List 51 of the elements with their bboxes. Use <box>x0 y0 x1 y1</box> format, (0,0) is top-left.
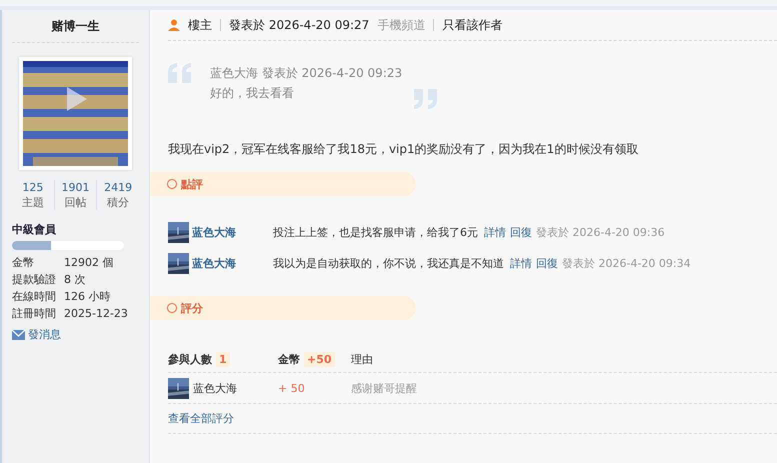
coin-total: +50 <box>304 352 335 366</box>
post-time: 發表於 2026-4-20 09:27 <box>229 16 370 34</box>
circle-icon <box>167 179 177 189</box>
reply-link[interactable]: 回復 <box>510 225 532 240</box>
author-label: 樓主 <box>188 16 212 34</box>
username[interactable]: 赌博一生 <box>12 10 139 43</box>
open-quote-icon <box>168 63 192 83</box>
participant-count: 1 <box>216 352 230 366</box>
stat-label: 積分 <box>107 195 130 210</box>
stat-label: 回帖 <box>64 195 86 210</box>
info-value: 8 次 <box>64 272 86 287</box>
comment-time: 發表於 2026-4-20 09:36 <box>536 225 665 240</box>
column-header: 理由 <box>351 352 373 366</box>
stat-label: 主題 <box>22 195 44 210</box>
view-all-ratings-link[interactable]: 查看全部評分 <box>168 404 777 434</box>
detail-link[interactable]: 詳情 <box>484 225 506 240</box>
detail-link[interactable]: 詳情 <box>510 256 532 271</box>
member-rank: 中級會員 <box>12 222 57 237</box>
envelope-icon <box>12 330 25 340</box>
comment-user[interactable]: 蓝色大海 <box>192 256 273 271</box>
comment-time: 發表於 2026-4-20 09:34 <box>562 256 691 271</box>
info-value: 126 小時 <box>64 289 112 304</box>
coin-amount: + 50 <box>278 382 306 394</box>
user-icon <box>168 19 180 31</box>
quote-header: 蓝色大海 發表於 2026-4-20 09:23 <box>210 65 402 82</box>
stat-count[interactable]: 2419 <box>104 180 132 195</box>
post-body: 我现在vip2，冠军在线客服给了我18元，vip1的奖励没有了，因为我在1的时候没有领取 <box>168 141 640 158</box>
stat-count[interactable]: 1901 <box>62 180 90 195</box>
close-quote-icon <box>414 89 438 109</box>
info-label: 註冊時間 <box>12 306 57 321</box>
info-label: 在線時間 <box>12 289 57 304</box>
comment-user[interactable]: 蓝色大海 <box>192 225 273 240</box>
post-source: 手機頻道 <box>377 16 426 34</box>
stat-count[interactable]: 125 <box>22 180 44 195</box>
comment-text: 投注上上签，也是找客服申请，给我了6元 <box>273 225 478 240</box>
comment-text: 我以为是自动获取的，你不说，我还真是不知道 <box>273 256 504 271</box>
rater-name[interactable]: 蓝色大海 <box>193 380 237 396</box>
info-label: 提款驗證 <box>12 272 57 287</box>
section-title: 點評 <box>181 176 203 192</box>
info-label: 金幣 <box>12 255 35 270</box>
quote-text: 好的，我去看看 <box>210 85 295 102</box>
info-value: 12902 個 <box>64 255 114 270</box>
send-message-link[interactable]: 發消息 <box>12 327 139 342</box>
column-header: 參與人數 <box>168 352 212 366</box>
rating-reason: 感谢赌哥提醒 <box>351 380 417 396</box>
circle-icon <box>167 303 177 313</box>
only-author-link[interactable]: 只看該作者 <box>442 16 502 34</box>
column-header: 金幣 <box>278 352 300 366</box>
reply-link[interactable]: 回復 <box>536 256 558 271</box>
section-title: 評分 <box>181 300 203 316</box>
info-value: 2025-12-23 <box>64 306 129 321</box>
